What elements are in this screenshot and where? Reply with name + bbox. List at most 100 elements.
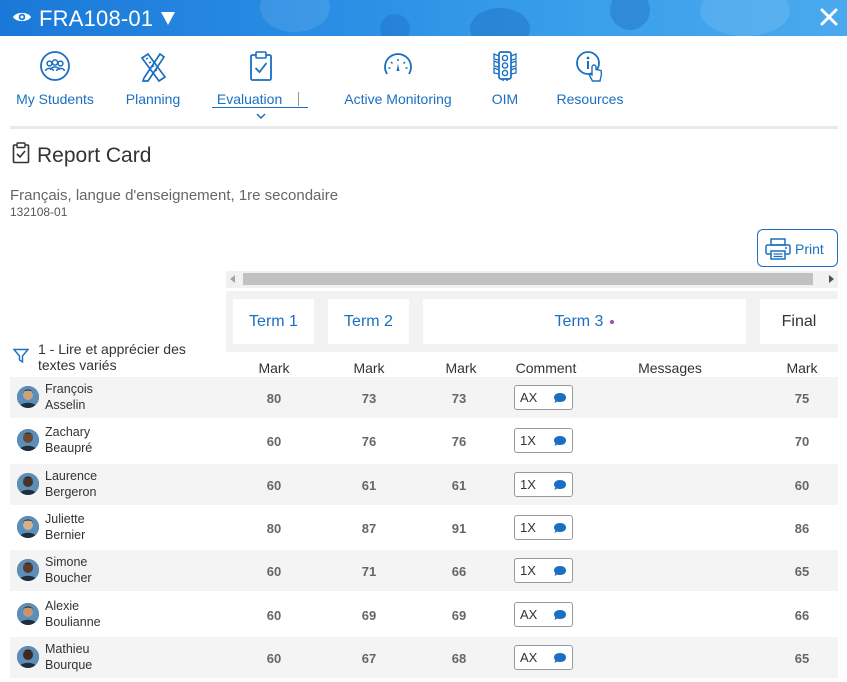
avatar	[17, 429, 39, 452]
table-row[interactable]: Alexie Boulianne 60 69 69 AX 66	[10, 594, 838, 635]
term-3-mark: 61	[451, 477, 467, 493]
header-decoration	[380, 14, 410, 36]
scroll-left-arrow-icon[interactable]	[230, 275, 235, 283]
comment-field[interactable]: 1X	[514, 514, 573, 540]
competency-label: 1 - Lire et apprécier des textes variés	[38, 341, 186, 373]
comment-code: 1X	[520, 433, 536, 449]
current-term-dot	[610, 319, 615, 324]
student-last-name: Boulianne	[45, 614, 101, 629]
term-3-mark: 76	[451, 434, 467, 450]
term-2-mark: 67	[361, 650, 377, 666]
comment-field[interactable]: AX	[514, 601, 573, 627]
print-label: Print	[795, 241, 824, 257]
nav-divider	[10, 126, 838, 129]
student-name[interactable]: Laurence Bergeron	[45, 468, 97, 500]
course-code: 132108-01	[10, 205, 68, 219]
term-1-mark-header: Mark	[258, 360, 290, 376]
nav-item-evaluation[interactable]: Evaluation	[211, 50, 311, 123]
nav-label: My Students	[16, 91, 94, 107]
student-first-name: Zachary	[45, 425, 91, 440]
comment-bubble-icon[interactable]	[553, 479, 567, 491]
class-title[interactable]: FRA108-01	[39, 6, 153, 32]
student-name[interactable]: François Asselin	[45, 381, 93, 413]
class-dropdown-caret-icon[interactable]	[161, 12, 175, 25]
avatar	[17, 602, 39, 625]
student-first-name: Mathieu	[45, 641, 90, 656]
term-2-mark: 61	[361, 477, 377, 493]
term-2-mark: 69	[361, 607, 377, 623]
term-3-header[interactable]: Term 3	[423, 299, 746, 344]
comment-bubble-icon[interactable]	[553, 522, 567, 534]
comment-bubble-icon[interactable]	[553, 609, 567, 621]
student-name[interactable]: Zachary Beaupré	[45, 424, 92, 456]
term-1-mark: 60	[266, 477, 282, 493]
table-row[interactable]: François Asselin 80 73 73 AX 75	[10, 377, 838, 418]
gauge-icon	[384, 53, 412, 75]
chevron-down-icon[interactable]	[256, 112, 266, 120]
term-2-label: Term 2	[344, 312, 393, 330]
comment-bubble-icon[interactable]	[553, 652, 567, 664]
avatar-image	[17, 602, 39, 625]
print-button[interactable]: Print	[757, 229, 838, 267]
comment-field[interactable]: 1X	[514, 471, 573, 497]
student-first-name: Laurence	[45, 468, 98, 483]
term-3-mark: 73	[451, 391, 467, 406]
students-icon	[40, 51, 70, 81]
table-row[interactable]: Zachary Beaupré 60 76 76 1X 70	[10, 420, 838, 461]
comment-code: 1X	[520, 563, 536, 579]
comment-field[interactable]: AX	[514, 644, 573, 670]
nav-item-resources[interactable]: Resources	[555, 50, 625, 107]
nav-item-active-monitoring[interactable]: Active Monitoring	[341, 50, 455, 107]
term-2-mark: 87	[361, 520, 377, 536]
page-title: Report Card	[37, 144, 152, 167]
comment-code: 1X	[520, 519, 536, 535]
comment-bubble-icon[interactable]	[553, 565, 567, 577]
student-name[interactable]: Juliette Bernier	[45, 511, 85, 543]
info-touch-icon	[576, 51, 603, 82]
term-2-mark: 76	[361, 434, 377, 450]
student-name[interactable]: Alexie Boulianne	[45, 598, 101, 630]
final-header[interactable]: Final	[760, 299, 838, 344]
term-2-header[interactable]: Term 2	[328, 299, 409, 344]
term-3-mark: 66	[451, 564, 467, 580]
term-1-header[interactable]: Term 1	[233, 299, 314, 344]
horizontal-scrollbar[interactable]	[226, 271, 838, 288]
student-last-name: Bourque	[45, 657, 93, 672]
term-3-label: Term 3	[554, 312, 604, 330]
final-label: Final	[781, 312, 817, 330]
term-2-mark-header: Mark	[353, 360, 385, 376]
student-last-name: Boucher	[45, 571, 92, 586]
planning-icon	[140, 52, 167, 82]
final-mark-header: Mark	[786, 360, 818, 376]
comment-bubble-icon[interactable]	[553, 392, 567, 404]
table-row[interactable]: Mathieu Bourque 60 67 68 AX 65	[10, 636, 838, 678]
header-decoration	[470, 8, 530, 36]
nav-item-my-students[interactable]: My Students	[14, 50, 96, 107]
comment-bubble-icon[interactable]	[553, 435, 567, 447]
close-icon[interactable]	[818, 6, 840, 28]
final-mark: 75	[794, 391, 810, 406]
nav-label: Resources	[556, 91, 624, 107]
traffic-light-icon	[493, 51, 517, 81]
comment-code: AX	[520, 606, 538, 622]
avatar-image	[17, 386, 39, 408]
header-decoration	[610, 0, 650, 30]
scroll-right-arrow-icon[interactable]	[829, 275, 834, 283]
table-row[interactable]: Juliette Bernier 80 87 91 1X 86	[10, 507, 838, 548]
student-name[interactable]: Mathieu Bourque	[45, 641, 92, 673]
comment-field[interactable]: 1X	[514, 558, 573, 584]
nav-item-planning[interactable]: Planning	[123, 50, 183, 107]
table-row[interactable]: Simone Boucher 60 71 66 1X 65	[10, 550, 838, 592]
evaluation-clipboard-icon	[250, 51, 272, 81]
student-name[interactable]: Simone Boucher	[45, 554, 92, 586]
header-decoration	[260, 0, 330, 32]
header-decoration	[700, 0, 790, 36]
comment-field[interactable]: 1X	[514, 428, 573, 454]
student-first-name: Juliette	[45, 511, 85, 526]
comment-code: AX	[520, 649, 538, 665]
scrollbar-thumb[interactable]	[243, 273, 813, 285]
comment-field[interactable]: AX	[514, 385, 573, 410]
table-row[interactable]: Laurence Bergeron 60 61 61 1X 60	[10, 463, 838, 505]
filter-icon[interactable]	[13, 348, 29, 364]
nav-item-oim[interactable]: OIM	[488, 50, 522, 107]
